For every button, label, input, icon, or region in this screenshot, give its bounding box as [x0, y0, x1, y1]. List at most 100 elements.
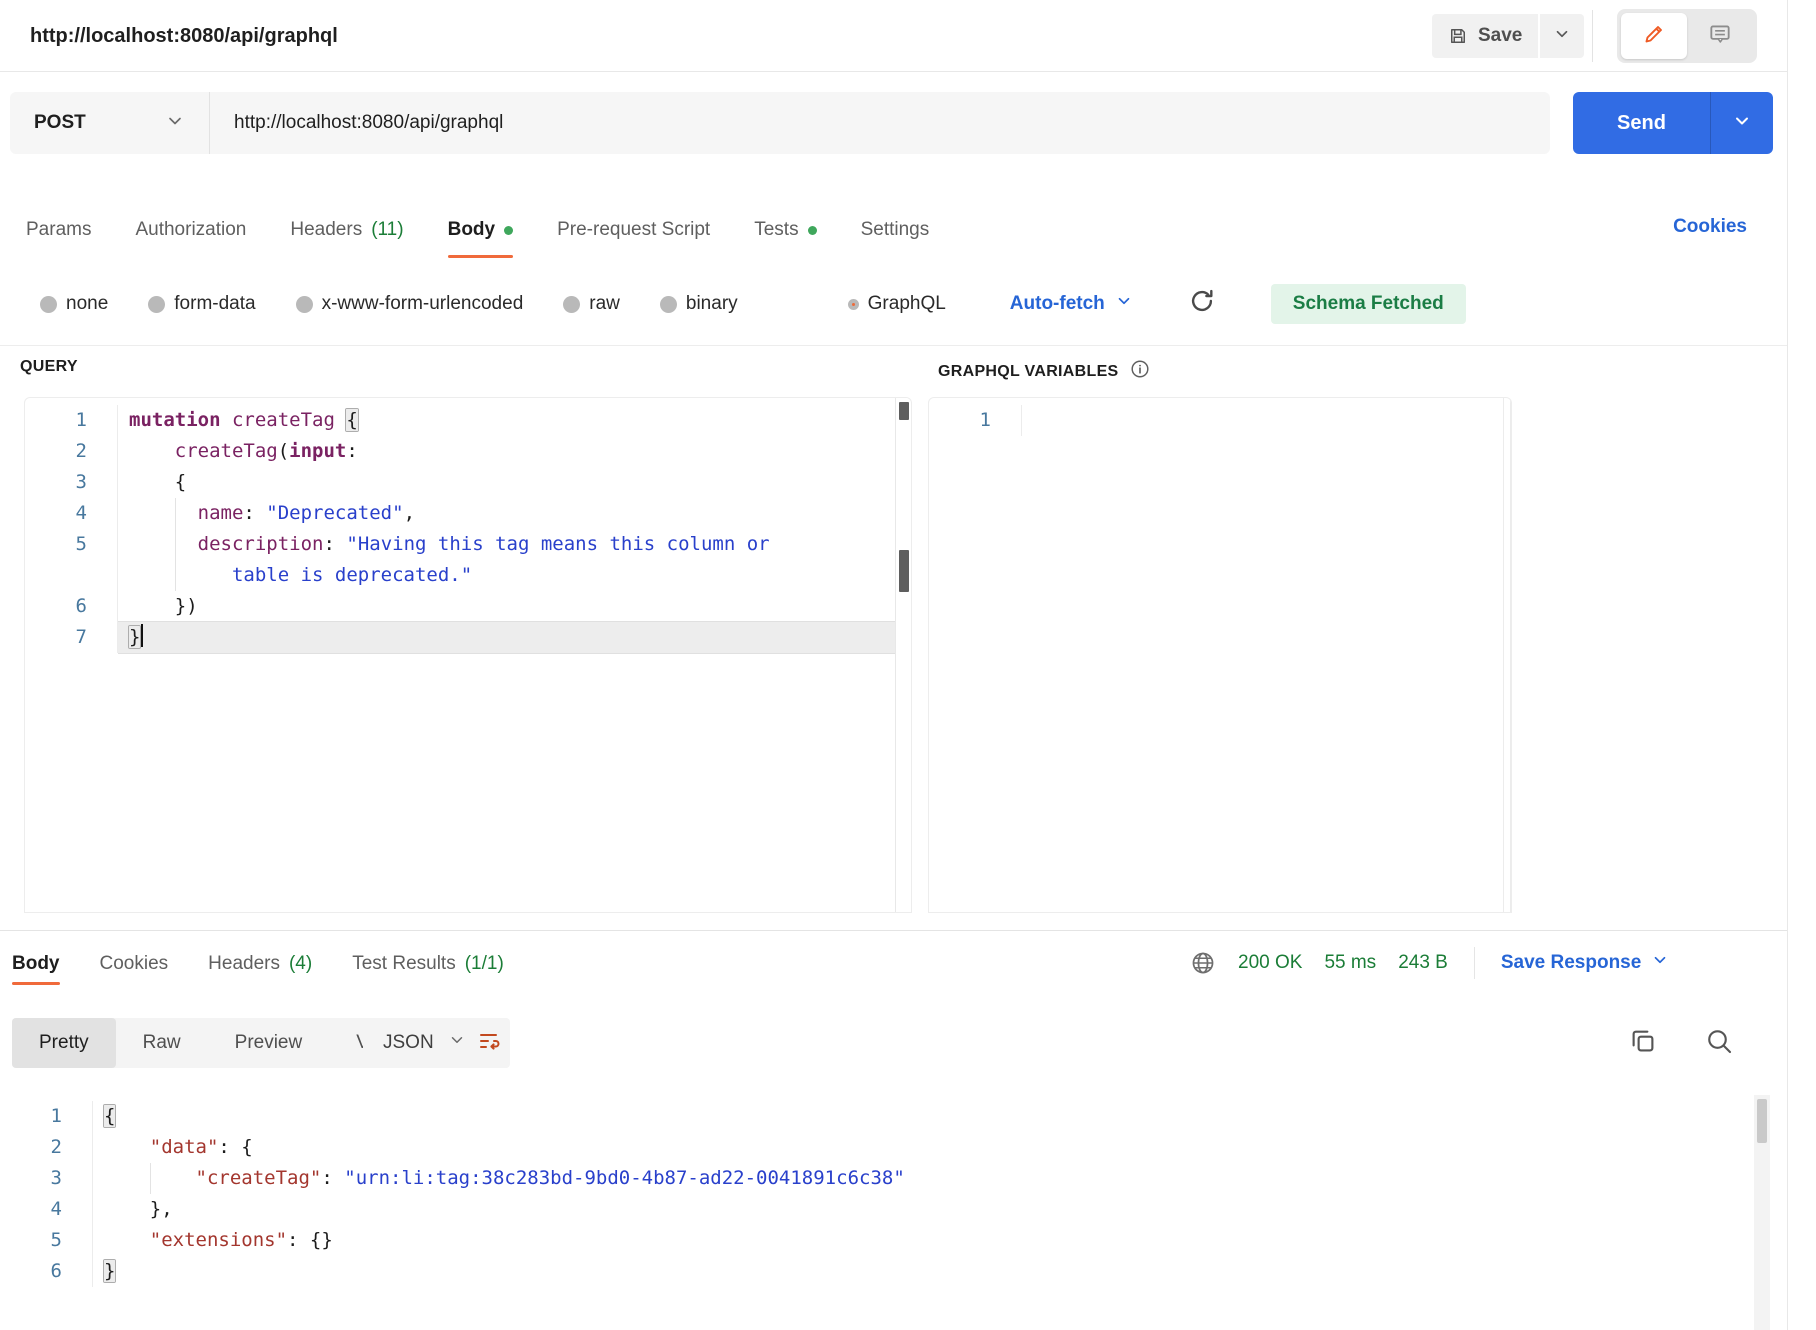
code-token: },: [104, 1198, 173, 1220]
tab-count: (11): [371, 219, 403, 241]
radio-icon: [563, 296, 580, 313]
code-token: [129, 564, 232, 586]
code-line: 6 }): [25, 591, 895, 622]
tab-label: Pre-request Script: [557, 219, 710, 241]
tab-pre-request-script[interactable]: Pre-request Script: [557, 202, 710, 258]
code-token: [129, 502, 198, 524]
code-token: [221, 409, 232, 431]
code-token: name: [198, 502, 244, 524]
send-button[interactable]: Send: [1573, 92, 1710, 154]
view-tab-pretty[interactable]: Pretty: [12, 1018, 116, 1068]
response-tab-headers[interactable]: Headers(4): [208, 943, 312, 985]
code-text: "extensions": {}: [93, 1225, 1754, 1256]
text-cursor: [141, 624, 143, 647]
tab-label: Cookies: [100, 953, 169, 975]
globe-icon[interactable]: [1190, 950, 1216, 976]
section-divider: [0, 345, 1787, 346]
wrap-lines-button[interactable]: [468, 1018, 510, 1068]
code-token: {: [129, 471, 186, 493]
radio-icon: [40, 296, 57, 313]
code-text: [1022, 405, 1511, 436]
code-text: {: [93, 1101, 1754, 1132]
view-tab-preview[interactable]: Preview: [208, 1018, 330, 1068]
line-number: 6: [25, 591, 118, 622]
scrollbar-thumb[interactable]: [1757, 1099, 1767, 1143]
code-token: : {}: [287, 1229, 333, 1251]
green-dot-icon: [808, 226, 817, 235]
line-number: 2: [0, 1132, 93, 1163]
autofetch-label: Auto-fetch: [1010, 293, 1105, 315]
method-selector[interactable]: POST: [10, 92, 210, 154]
url-input[interactable]: http://localhost:8080/api/graphql: [210, 92, 1550, 154]
code-text: "createTag": "urn:li:tag:38c283bd-9bd0-4…: [93, 1163, 1754, 1194]
cookies-link[interactable]: Cookies: [1673, 216, 1747, 238]
tab-body[interactable]: Body: [448, 202, 514, 258]
query-editor[interactable]: 1mutation createTag {2 createTag(input:3…: [24, 397, 912, 913]
edit-mode-button[interactable]: [1621, 13, 1687, 59]
save-button[interactable]: Save: [1432, 14, 1538, 58]
code-token: }: [129, 626, 140, 648]
line-number: 4: [0, 1194, 93, 1225]
tab-authorization[interactable]: Authorization: [135, 202, 246, 258]
code-line: 3 "createTag": "urn:li:tag:38c283bd-9bd0…: [0, 1163, 1754, 1194]
send-options-button[interactable]: [1710, 92, 1773, 154]
code-token: input: [289, 440, 346, 462]
tab-headers[interactable]: Headers(11): [290, 202, 403, 258]
code-token: [104, 1136, 150, 1158]
tab-tests[interactable]: Tests: [754, 202, 816, 258]
radio-icon: [660, 296, 677, 313]
body-type-x-www-form-urlencoded[interactable]: x-www-form-urlencoded: [296, 293, 524, 315]
save-response-button[interactable]: Save Response: [1501, 951, 1669, 975]
response-tab-test-results[interactable]: Test Results(1/1): [352, 943, 504, 985]
tab-params[interactable]: Params: [26, 202, 91, 258]
body-type-graphql[interactable]: GraphQL: [848, 293, 946, 315]
code-token: "Having this tag means this column or: [346, 533, 769, 555]
code-text: }: [93, 1256, 1754, 1287]
info-icon[interactable]: [1129, 358, 1151, 385]
request-title: http://localhost:8080/api/graphql: [30, 0, 338, 72]
line-number: 5: [0, 1225, 93, 1256]
query-editor-scrollbar[interactable]: [895, 398, 911, 912]
code-token: mutation: [129, 409, 221, 431]
view-tab-raw[interactable]: Raw: [116, 1018, 208, 1068]
line-number: 3: [25, 467, 118, 498]
method-label: POST: [34, 112, 86, 134]
response-body-editor[interactable]: 1{2 "data": {3 "createTag": "urn:li:tag:…: [0, 1095, 1754, 1330]
refresh-schema-button[interactable]: [1189, 288, 1215, 320]
autofetch-dropdown[interactable]: Auto-fetch: [1010, 292, 1133, 316]
header-bar: http://localhost:8080/api/graphql Save: [0, 0, 1787, 72]
body-type-none[interactable]: none: [40, 293, 108, 315]
code-token: [104, 1229, 150, 1251]
scrollbar-thumb[interactable]: [899, 550, 909, 592]
comment-button[interactable]: [1687, 13, 1753, 59]
save-options-button[interactable]: [1540, 14, 1584, 58]
code-token: description: [198, 533, 324, 555]
variables-editor[interactable]: 1: [928, 397, 1512, 913]
search-response-button[interactable]: [1704, 1026, 1734, 1061]
body-type-binary[interactable]: binary: [660, 293, 738, 315]
active-tab-underline: [448, 255, 514, 258]
variables-editor-scrollbar[interactable]: [1503, 398, 1511, 912]
tab-settings[interactable]: Settings: [861, 202, 930, 258]
response-tabs: Body Cookies Headers(4) Test Results(1/1): [12, 943, 504, 985]
response-tab-body[interactable]: Body: [12, 943, 60, 985]
chevron-down-icon: [1732, 111, 1752, 136]
tab-count: (4): [289, 953, 312, 975]
body-type-raw[interactable]: raw: [563, 293, 620, 315]
response-tab-cookies[interactable]: Cookies: [100, 943, 169, 985]
scrollbar-thumb[interactable]: [899, 402, 909, 420]
code-token: [104, 1167, 196, 1189]
body-type-form-data[interactable]: form-data: [148, 293, 255, 315]
code-token: :: [243, 502, 266, 524]
body-type-label: none: [66, 293, 108, 315]
line-number: 1: [0, 1101, 93, 1132]
body-type-label: x-www-form-urlencoded: [322, 293, 524, 315]
code-line: 1{: [0, 1101, 1754, 1132]
line-number: 6: [0, 1256, 93, 1287]
body-type-label: binary: [686, 293, 738, 315]
response-scrollbar[interactable]: [1754, 1095, 1770, 1330]
code-token: [335, 409, 346, 431]
code-text: {: [118, 467, 895, 498]
code-text: table is deprecated.": [118, 560, 895, 591]
copy-response-button[interactable]: [1628, 1026, 1658, 1061]
